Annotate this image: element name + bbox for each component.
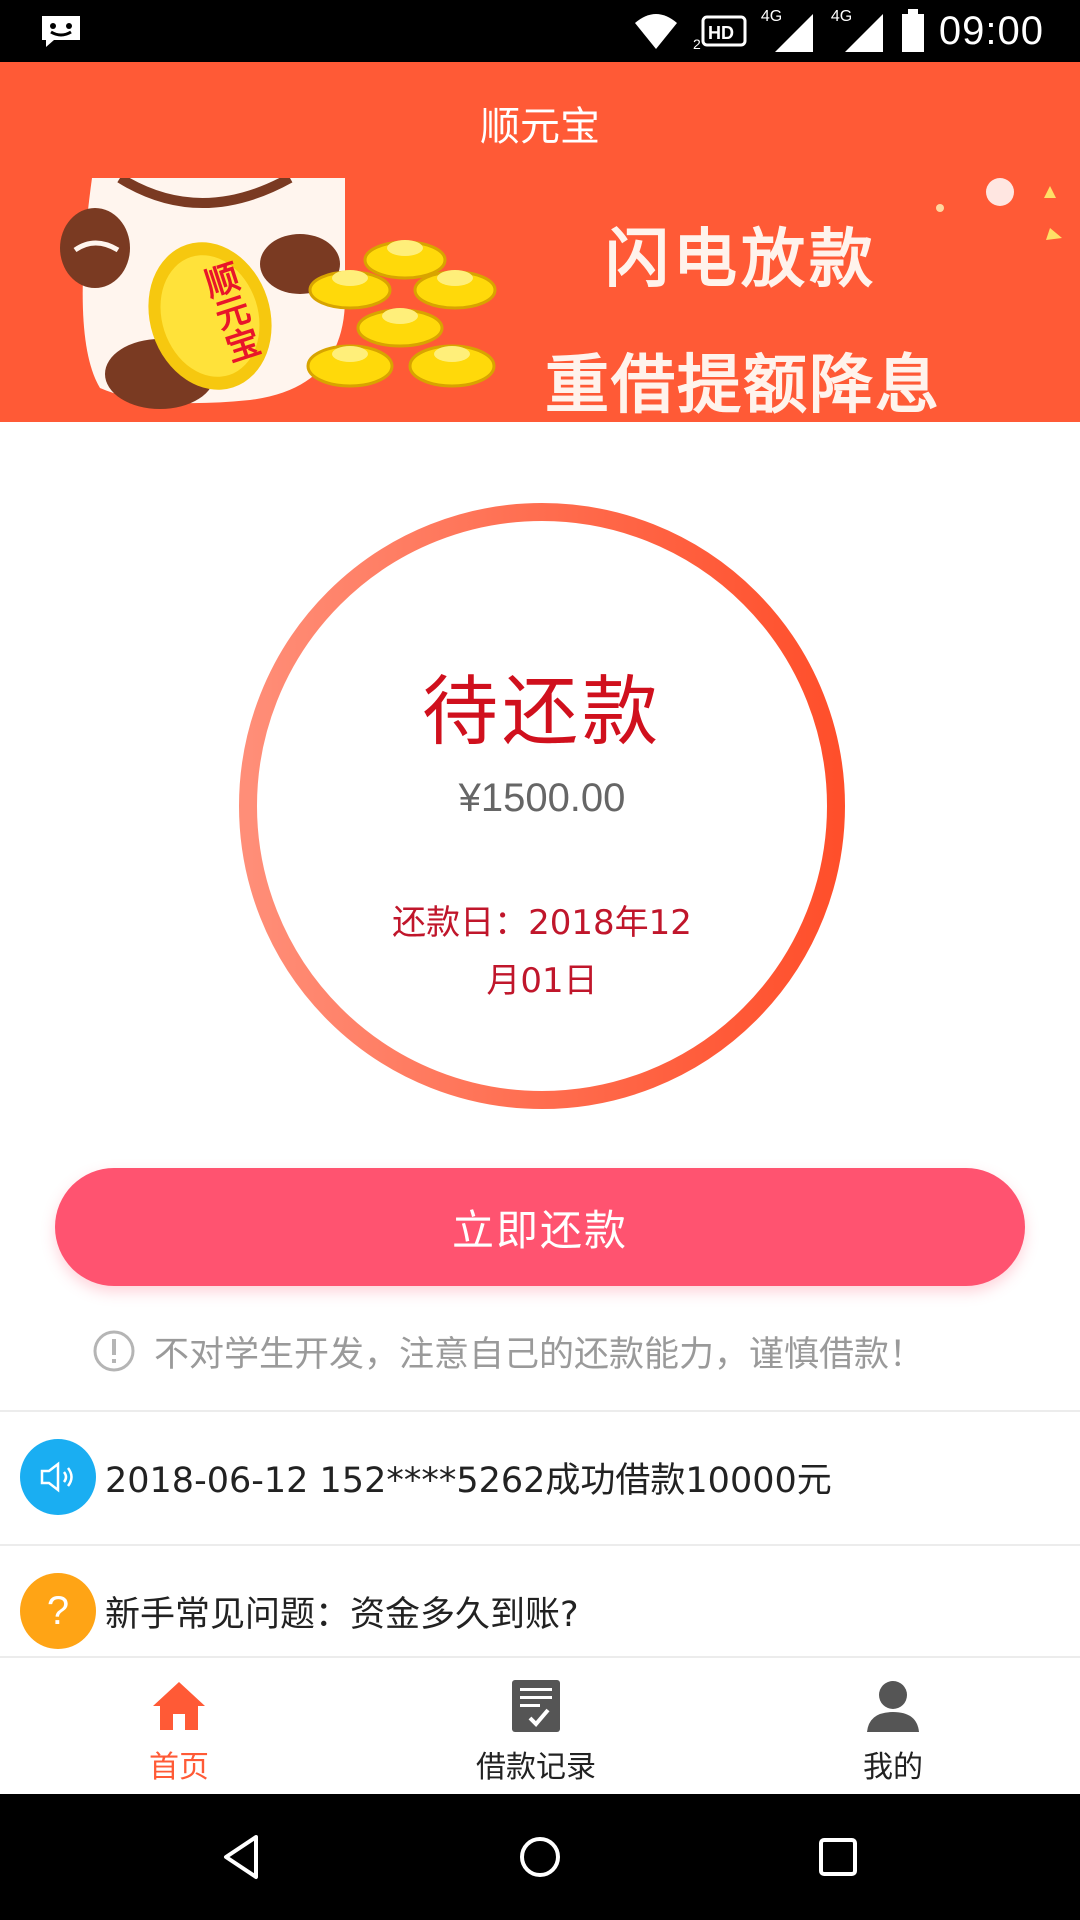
tab-label: 借款记录 [476, 1750, 596, 1785]
svg-text:HD: HD [708, 23, 734, 43]
tab-loan-records[interactable]: 借款记录 [436, 1658, 636, 1796]
wifi-icon [634, 14, 677, 49]
svg-text:2: 2 [693, 36, 701, 51]
loan-amount: ¥1500.00 [458, 776, 626, 820]
records-icon [512, 1680, 560, 1732]
hd-icon: 2 HD [693, 15, 747, 51]
announcement-text: 2018-06-12 152****5262成功借款10000元 [105, 1460, 832, 1501]
loan-status-ring: 待还款 ¥1500.00 还款日：2018年12月01日 [236, 500, 848, 1112]
question-icon: ? [20, 1573, 96, 1649]
tab-home[interactable]: 首页 [79, 1658, 279, 1796]
tab-label: 首页 [149, 1750, 209, 1785]
announcement-item[interactable]: 2018-06-12 152****5262成功借款10000元 [0, 1412, 1080, 1542]
signal-icon: 4G [761, 6, 817, 56]
mascot-illustration [60, 178, 497, 409]
sparkle-decoration [936, 178, 1062, 240]
warning-notice: 不对学生开发，注意自己的还款能力，谨慎借款！ [92, 1324, 924, 1378]
system-nav-bar [0, 1794, 1080, 1920]
page-title: 顺元宝 [480, 104, 600, 150]
tab-label: 我的 [863, 1750, 923, 1785]
speaker-icon [20, 1439, 96, 1515]
banner-subheadline: 重借提额降息 [545, 349, 941, 422]
home-icon [153, 1682, 205, 1730]
battery-icon [901, 9, 924, 52]
warning-text: 不对学生开发，注意自己的还款能力，谨慎借款！ [154, 1334, 925, 1375]
message-icon [42, 16, 80, 47]
status-bar: 2 HD 4G 4G 09:00 [0, 0, 1080, 62]
repay-now-button[interactable]: 立即还款 [55, 1168, 1025, 1286]
home-nav-icon[interactable] [510, 1827, 570, 1887]
tab-mine[interactable]: 我的 [793, 1658, 993, 1796]
banner-headline: 闪电放款 [605, 223, 877, 297]
due-date: 还款日：2018年12月01日 [392, 903, 692, 1001]
faq-text: 新手常见问题：资金多久到账? [105, 1594, 579, 1635]
user-icon [867, 1681, 919, 1732]
promo-banner[interactable]: 顺元宝 闪电放款 重借提额降息 [0, 178, 1080, 422]
bottom-tab-bar: 首页 借款记录 我的 [0, 1656, 1080, 1794]
clock: 09:00 [938, 8, 1044, 53]
warning-icon [93, 1330, 135, 1372]
back-icon[interactable] [212, 1827, 272, 1887]
loan-status: 待还款 [422, 667, 662, 756]
signal-icon: 4G [831, 6, 887, 56]
app-header: 顺元宝 顺元宝 闪电放款 重借提额降息 [0, 62, 1080, 422]
recents-icon[interactable] [808, 1827, 868, 1887]
